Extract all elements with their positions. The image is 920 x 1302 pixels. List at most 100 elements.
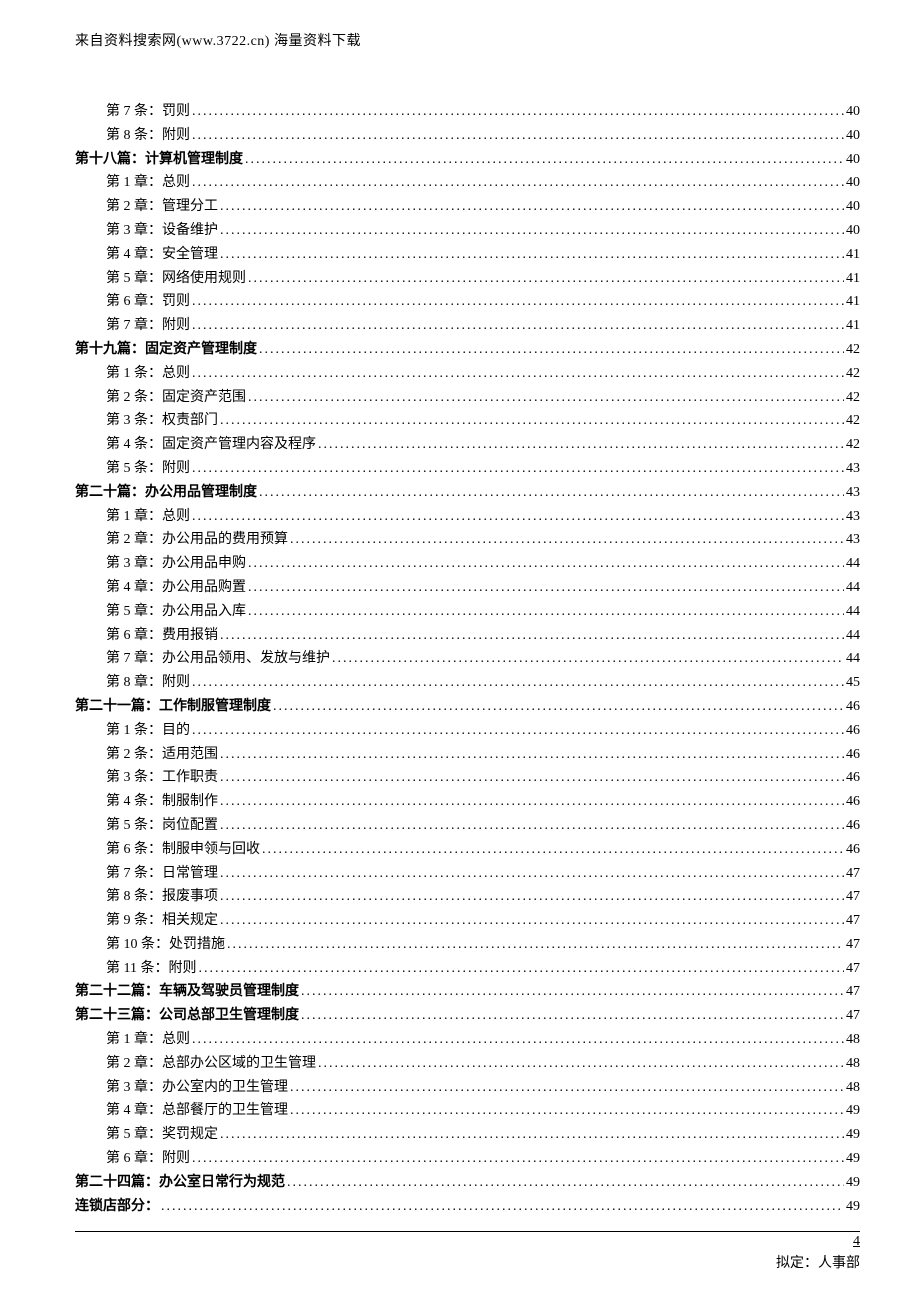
toc-entry[interactable]: 第 6 条：制服申领与回收46 [75, 838, 860, 862]
toc-entry[interactable]: 第 7 条：日常管理47 [75, 862, 860, 886]
toc-entry[interactable]: 第 6 章：附则49 [75, 1147, 860, 1171]
toc-leader-dots [290, 1076, 844, 1100]
toc-leader-dots [220, 909, 844, 933]
toc-leader-dots [198, 957, 844, 981]
toc-entry[interactable]: 第二十一篇：工作制服管理制度 46 [75, 695, 860, 719]
toc-entry-label: 第 1 章：总则 [106, 171, 190, 195]
toc-leader-dots [220, 624, 844, 648]
toc-entry[interactable]: 第 3 章：设备维护40 [75, 219, 860, 243]
toc-entry[interactable]: 第 8 条：附则40 [75, 124, 860, 148]
toc-entry[interactable]: 第 11 条：附则47 [75, 957, 860, 981]
toc-entry[interactable]: 第 7 条：罚则40 [75, 100, 860, 124]
toc-entry-page: 44 [846, 552, 860, 576]
toc-leader-dots [192, 505, 844, 529]
toc-entry-page: 46 [846, 766, 860, 790]
toc-entry[interactable]: 第 5 章：办公用品入库44 [75, 600, 860, 624]
toc-entry-label: 第 5 章：网络使用规则 [106, 267, 246, 291]
toc-leader-dots [259, 481, 844, 505]
toc-leader-dots [301, 1004, 844, 1028]
toc-entry[interactable]: 第 4 条：制服制作 46 [75, 790, 860, 814]
toc-leader-dots [220, 409, 844, 433]
toc-entry[interactable]: 第 10 条：处罚措施47 [75, 933, 860, 957]
toc-entry[interactable]: 第 3 条：权责部门42 [75, 409, 860, 433]
toc-entry-label: 第 3 条：权责部门 [106, 409, 218, 433]
toc-entry-page: 48 [846, 1052, 860, 1076]
toc-entry-label: 第 1 章：总则 [106, 505, 190, 529]
toc-entry-label: 第 4 条：制服制作 [106, 790, 218, 814]
toc-entry[interactable]: 第二十二篇：车辆及驾驶员管理制度 47 [75, 980, 860, 1004]
toc-leader-dots [318, 433, 844, 457]
toc-leader-dots [248, 576, 844, 600]
toc-entry[interactable]: 第 2 章：管理分工40 [75, 195, 860, 219]
toc-leader-dots [192, 1147, 844, 1171]
toc-leader-dots [220, 1123, 844, 1147]
toc-entry[interactable]: 第 5 章：网络使用规则41 [75, 267, 860, 291]
toc-entry[interactable]: 第 7 章：办公用品领用、发放与维护 44 [75, 647, 860, 671]
toc-entry[interactable]: 第 5 条：附则43 [75, 457, 860, 481]
toc-entry-label: 第 2 条：固定资产范围 [106, 386, 246, 410]
toc-entry-page: 43 [846, 457, 860, 481]
toc-entry[interactable]: 第 2 章：总部办公区域的卫生管理48 [75, 1052, 860, 1076]
toc-entry-page: 42 [846, 362, 860, 386]
toc-entry[interactable]: 第 2 章：办公用品的费用预算43 [75, 528, 860, 552]
toc-leader-dots [192, 171, 844, 195]
toc-entry-label: 第 8 条：报废事项 [106, 885, 218, 909]
toc-entry[interactable]: 第二十三篇：公司总部卫生管理制度 47 [75, 1004, 860, 1028]
toc-entry[interactable]: 第 8 条：报废事项47 [75, 885, 860, 909]
toc-entry-page: 44 [846, 647, 860, 671]
toc-leader-dots [161, 1195, 844, 1219]
toc-entry-label: 第 4 条：固定资产管理内容及程序 [106, 433, 316, 457]
toc-leader-dots [192, 719, 844, 743]
toc-entry[interactable]: 第 2 条：固定资产范围42 [75, 386, 860, 410]
toc-leader-dots [220, 743, 844, 767]
toc-entry-label: 第 1 章：总则 [106, 1028, 190, 1052]
toc-entry[interactable]: 第 3 章：办公用品申购44 [75, 552, 860, 576]
toc-entry-label: 第 3 条：工作职责 [106, 766, 218, 790]
toc-leader-dots [220, 219, 844, 243]
toc-entry-label: 第 11 条：附则 [106, 957, 196, 981]
toc-entry[interactable]: 第 6 章：罚则41 [75, 290, 860, 314]
toc-entry-label: 第 4 章：办公用品购置 [106, 576, 246, 600]
toc-leader-dots [273, 695, 844, 719]
toc-entry[interactable]: 第 4 章：总部餐厅的卫生管理49 [75, 1099, 860, 1123]
toc-entry-page: 49 [846, 1195, 860, 1219]
toc-entry[interactable]: 第 3 条：工作职责 46 [75, 766, 860, 790]
toc-entry-page: 46 [846, 695, 860, 719]
toc-entry-label: 第 3 章：办公室内的卫生管理 [106, 1076, 288, 1100]
toc-entry-label: 第 5 条：岗位配置 [106, 814, 218, 838]
toc-entry-page: 47 [846, 980, 860, 1004]
toc-entry[interactable]: 第 1 章：总则43 [75, 505, 860, 529]
toc-entry[interactable]: 第 4 条：固定资产管理内容及程序42 [75, 433, 860, 457]
toc-entry[interactable]: 第 3 章：办公室内的卫生管理48 [75, 1076, 860, 1100]
toc-leader-dots [259, 338, 844, 362]
toc-entry-page: 49 [846, 1123, 860, 1147]
toc-entry[interactable]: 第 8 章：附则45 [75, 671, 860, 695]
toc-entry[interactable]: 第 7 章：附则41 [75, 314, 860, 338]
toc-entry[interactable]: 第 1 条：总则42 [75, 362, 860, 386]
toc-entry[interactable]: 第 2 条：适用范围46 [75, 743, 860, 767]
toc-entry[interactable]: 第二十四篇：办公室日常行为规范 49 [75, 1171, 860, 1195]
toc-entry-page: 46 [846, 790, 860, 814]
toc-entry[interactable]: 第 5 条：岗位配置46 [75, 814, 860, 838]
toc-leader-dots [220, 885, 844, 909]
toc-entry[interactable]: 第 1 章：总则48 [75, 1028, 860, 1052]
toc-entry-label: 第 4 章：安全管理 [106, 243, 218, 267]
toc-entry[interactable]: 连锁店部分： 49 [75, 1195, 860, 1219]
toc-entry[interactable]: 第 5 章：奖罚规定49 [75, 1123, 860, 1147]
toc-entry-label: 第 5 章：办公用品入库 [106, 600, 246, 624]
toc-entry-label: 第 7 章：办公用品领用、发放与维护 [106, 647, 330, 671]
toc-entry[interactable]: 第 9 条：相关规定47 [75, 909, 860, 933]
toc-leader-dots [192, 671, 844, 695]
toc-entry[interactable]: 第二十篇：办公用品管理制度 43 [75, 481, 860, 505]
toc-entry[interactable]: 第十九篇：固定资产管理制度 42 [75, 338, 860, 362]
toc-entry-label: 第 8 章：附则 [106, 671, 190, 695]
toc-entry[interactable]: 第 6 章：费用报销44 [75, 624, 860, 648]
toc-entry[interactable]: 第十八篇：计算机管理制度 40 [75, 148, 860, 172]
page-footer: 4 拟定：人事部 [75, 1231, 860, 1272]
toc-entry-page: 40 [846, 219, 860, 243]
toc-leader-dots [287, 1171, 844, 1195]
toc-entry[interactable]: 第 4 章：安全管理41 [75, 243, 860, 267]
toc-entry[interactable]: 第 4 章：办公用品购置44 [75, 576, 860, 600]
toc-entry[interactable]: 第 1 章：总则40 [75, 171, 860, 195]
toc-entry[interactable]: 第 1 条：目的46 [75, 719, 860, 743]
